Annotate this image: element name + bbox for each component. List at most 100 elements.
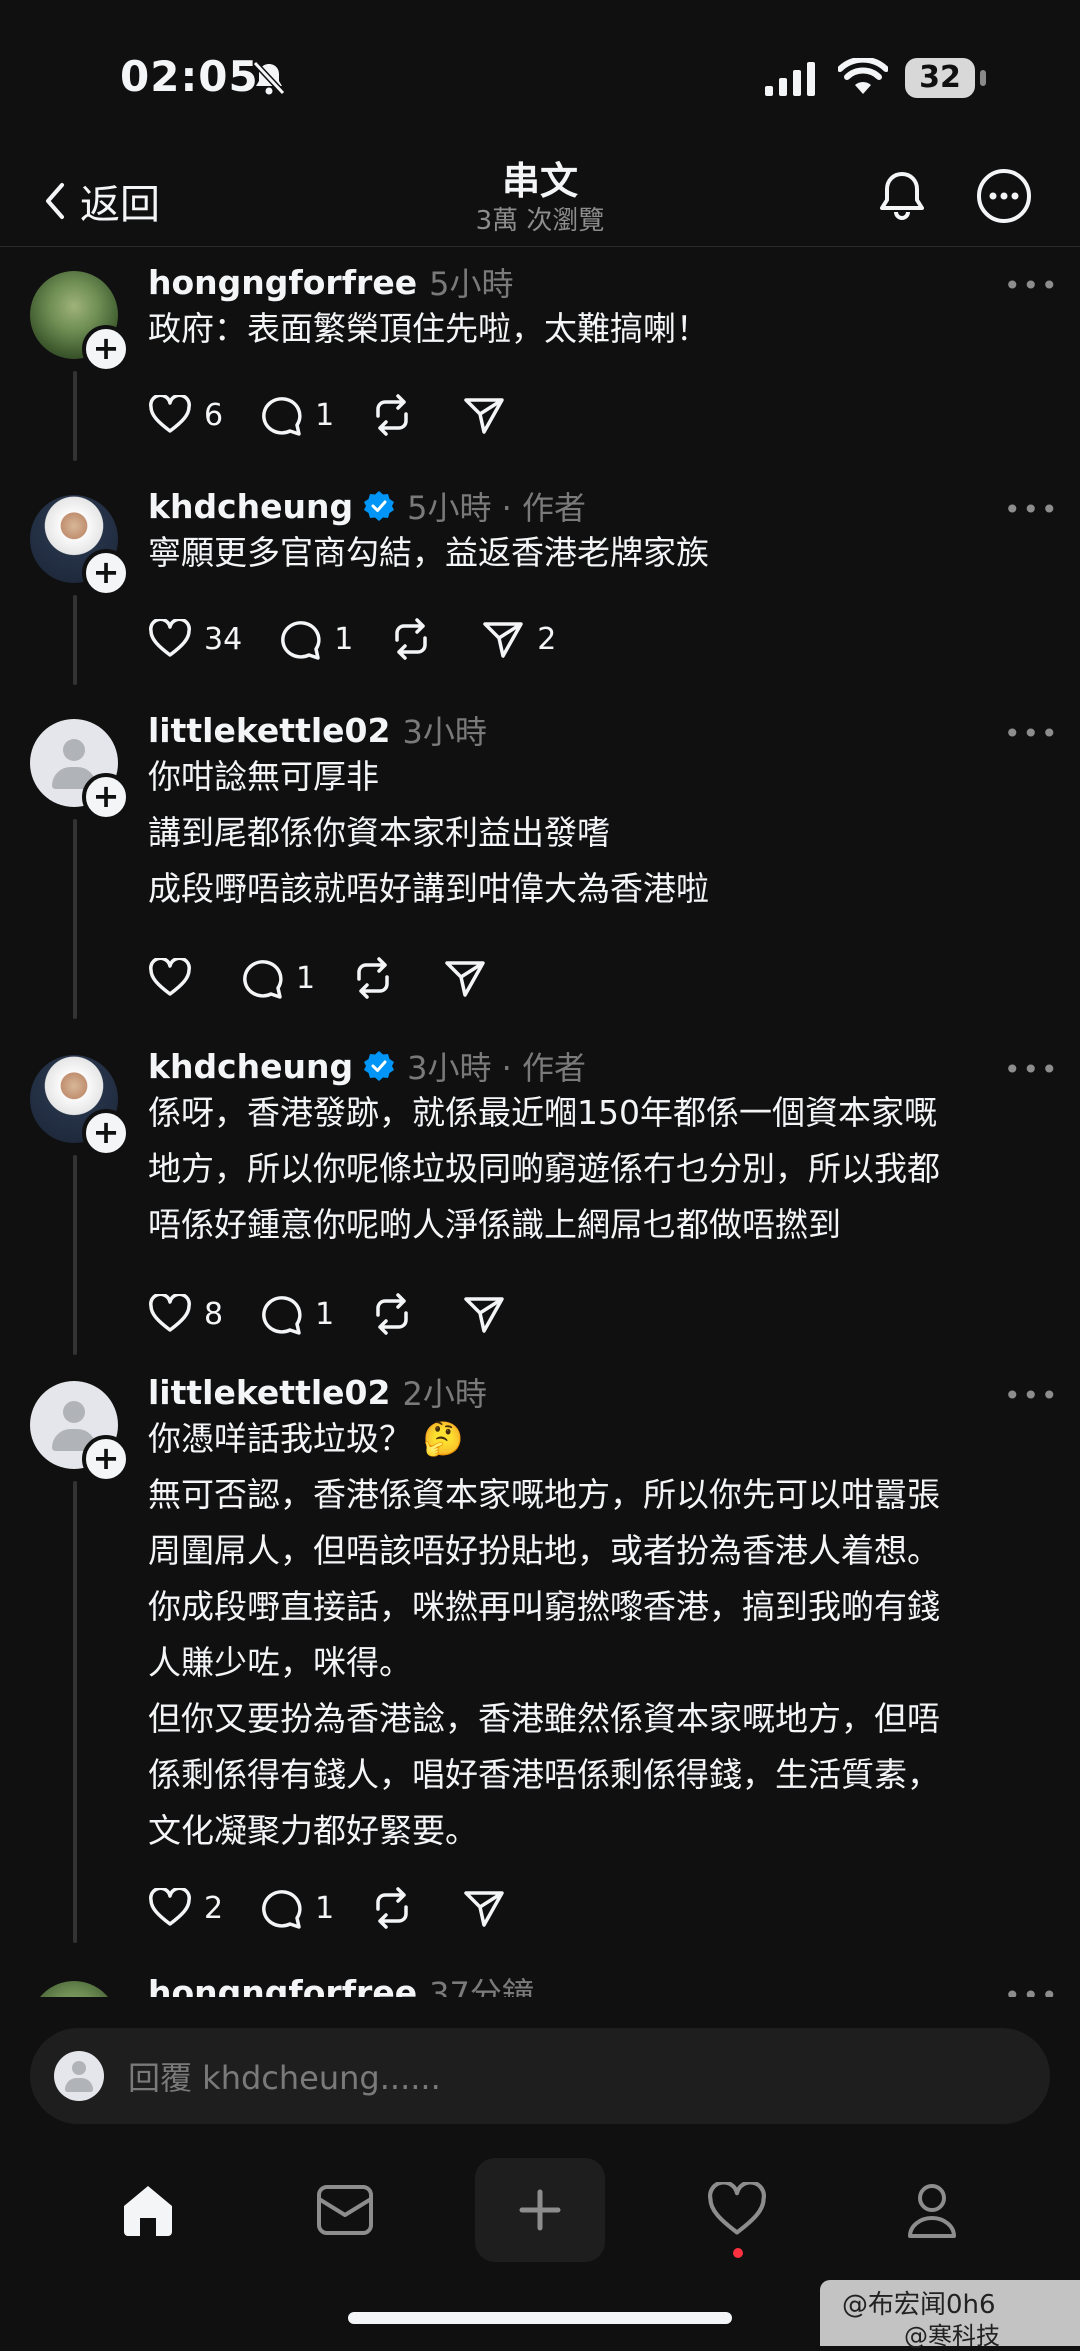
repost-button[interactable] (370, 394, 426, 436)
watermark: @布宏闻0h6 @寒科技 (820, 2280, 1080, 2350)
post-text: 你憑咩話我垃圾？ 🤔 無可否認，香港係資本家嘅地方，所以你先可以咁囂張 周圍屌人… (148, 1411, 940, 1859)
thread-post: + littlekettle02 3小時 ••• 你咁諗無可厚非 講到尾都係你資… (0, 707, 1080, 1027)
username[interactable]: littlekettle02 (148, 711, 390, 750)
status-time: 02:05 (120, 52, 259, 101)
reply-button[interactable]: 1 (259, 394, 334, 436)
username[interactable]: hongngforfree (148, 1973, 417, 1998)
follow-button[interactable]: + (82, 773, 130, 821)
tab-home[interactable] (93, 2160, 203, 2260)
home-indicator[interactable] (348, 2312, 732, 2324)
thread-post: + littlekettle02 2小時 ••• 你憑咩話我垃圾？ 🤔 無可否認… (0, 1369, 1080, 1949)
reply-count: 1 (315, 397, 335, 433)
post-header: hongngforfree 5小時 (148, 259, 513, 305)
post-paragraph: 但你又要扮為香港諗，香港雖然係資本家嘅地方，但唔 (148, 1699, 940, 1738)
share-button[interactable] (462, 394, 518, 436)
post-text: 係呀，香港發跡，就係最近嗰150年都係一個資本家嘅 地方，所以你呢條垃圾同啲窮遊… (148, 1085, 940, 1253)
thread-line (73, 1155, 77, 1355)
follow-button[interactable]: + (82, 549, 130, 597)
reply-input[interactable]: 回覆 khdcheung...... (30, 2028, 1050, 2124)
share-button[interactable] (462, 1293, 518, 1335)
tab-create[interactable] (475, 2158, 605, 2262)
post-paragraph: 人賺少咗，咪得。 (148, 1643, 412, 1682)
post-more-button[interactable]: ••• (1004, 1053, 1060, 1086)
share-icon (445, 961, 485, 997)
post-actions: 8 1 (148, 1293, 554, 1335)
tab-profile[interactable] (877, 2160, 987, 2260)
comment-icon (243, 960, 283, 999)
share-button[interactable] (462, 1887, 518, 1929)
avatar[interactable] (30, 1981, 118, 1997)
username[interactable]: khdcheung (148, 487, 353, 526)
reply-button[interactable]: 1 (278, 618, 353, 660)
post-header: littlekettle02 2小時 (148, 1369, 487, 1415)
share-count: 2 (537, 621, 557, 657)
like-button[interactable]: 8 (148, 1294, 223, 1334)
thread-line (73, 819, 77, 1019)
reply-count: 1 (315, 1296, 335, 1332)
avatar[interactable]: + (30, 1381, 130, 1483)
repost-icon (376, 394, 408, 436)
reply-count: 1 (296, 960, 316, 996)
like-button[interactable]: 34 (148, 619, 242, 659)
post-paragraph: 地方，所以你呢條垃圾同啲窮遊係冇乜分別，所以我都 (148, 1149, 940, 1188)
post-paragraph: 你憑咩話我垃圾？ 🤔 (148, 1419, 464, 1458)
like-button[interactable] (148, 958, 204, 998)
post-text: 寧願更多官商勾結，益返香港老牌家族 (148, 525, 709, 581)
post-more-button[interactable]: ••• (1004, 1979, 1060, 1997)
share-button[interactable]: 2 (481, 618, 556, 660)
post-paragraph: 係剩係得有錢人，唱好香港唔係剩係得錢，生活質素， (148, 1755, 940, 1794)
follow-button[interactable]: + (82, 325, 130, 373)
repost-button[interactable] (389, 618, 445, 660)
bell-icon[interactable] (870, 164, 934, 228)
reply-button[interactable]: 1 (259, 1293, 334, 1335)
repost-button[interactable] (370, 1887, 426, 1929)
like-button[interactable]: 6 (148, 395, 223, 435)
avatar[interactable]: + (30, 1055, 130, 1157)
tab-activity[interactable] (682, 2160, 792, 2260)
post-header: khdcheung 3小時 · 作者 (148, 1043, 586, 1089)
verified-icon (364, 491, 395, 521)
share-icon (483, 622, 524, 658)
post-more-button[interactable]: ••• (1004, 717, 1060, 750)
thread-post: + hongngforfree 5小時 ••• 政府：表面繁榮頂住先啦，太難搞喇… (0, 259, 1080, 469)
thread-line (73, 371, 77, 461)
share-button[interactable] (443, 957, 499, 999)
username[interactable]: littlekettle02 (148, 1373, 390, 1412)
post-meta: 5小時 · 作者 (407, 489, 586, 527)
post-actions: 1 (148, 957, 535, 999)
reply-count: 1 (315, 1890, 335, 1926)
post-actions: 6 1 (148, 394, 554, 436)
comment-icon (262, 1296, 302, 1335)
repost-icon (376, 1293, 408, 1335)
follow-button[interactable]: + (82, 1435, 130, 1483)
reply-button[interactable]: 1 (259, 1887, 334, 1929)
avatar[interactable]: + (30, 719, 130, 821)
post-actions: 34 1 2 (148, 618, 592, 660)
repost-button[interactable] (370, 1293, 426, 1335)
plus-icon (519, 2189, 561, 2231)
post-header: hongngforfree 37分鐘 (148, 1969, 534, 1998)
verified-icon (364, 1051, 395, 1081)
post-more-button[interactable]: ••• (1004, 1379, 1060, 1412)
heart-icon (149, 958, 191, 996)
username[interactable]: khdcheung (148, 1047, 353, 1086)
username[interactable]: hongngforfree (148, 263, 417, 302)
follow-button[interactable]: + (82, 1109, 130, 1157)
repost-icon (395, 618, 428, 660)
post-more-button[interactable]: ••• (1004, 493, 1060, 526)
share-icon (464, 1297, 504, 1333)
tab-inbox[interactable] (290, 2160, 400, 2260)
reply-button[interactable]: 1 (240, 957, 315, 999)
more-icon[interactable] (972, 164, 1036, 228)
thread-line (73, 1481, 77, 1943)
post-meta: 3小時 (402, 713, 487, 751)
share-icon (464, 398, 504, 434)
like-button[interactable]: 2 (148, 1888, 223, 1928)
avatar[interactable]: + (30, 495, 130, 597)
post-meta: 37分鐘 (429, 1975, 534, 1997)
profile-icon (908, 2184, 956, 2238)
avatar[interactable]: + (30, 271, 130, 373)
post-more-button[interactable]: ••• (1004, 269, 1060, 302)
like-count: 6 (204, 397, 224, 433)
repost-button[interactable] (351, 957, 407, 999)
